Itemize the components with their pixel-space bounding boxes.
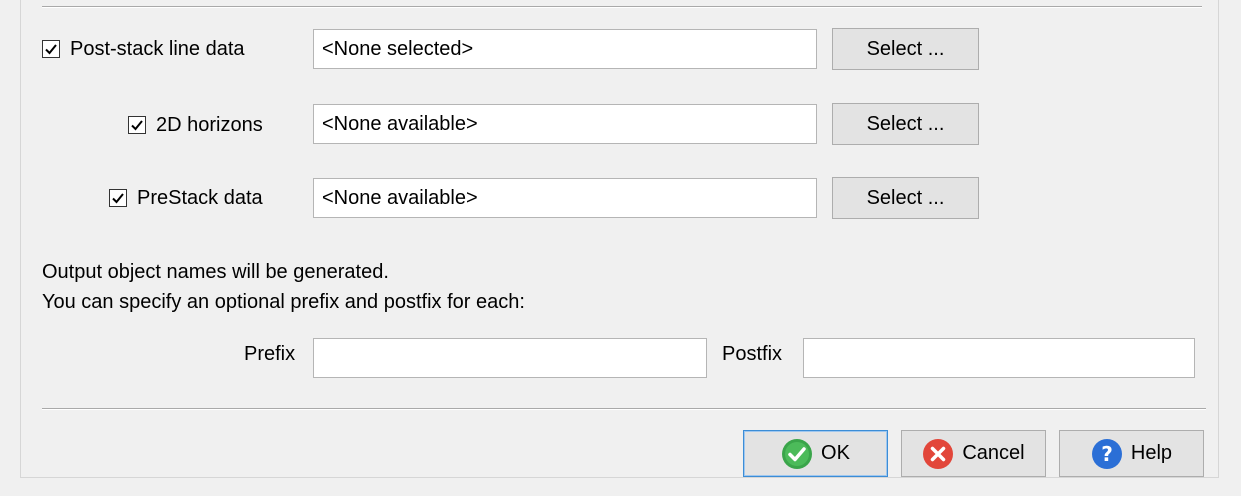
cancel-button[interactable]: Cancel: [901, 430, 1046, 477]
prestack-field[interactable]: <None available>: [313, 178, 817, 218]
info-line-2: You can specify an optional prefix and p…: [42, 291, 525, 313]
horizons-field[interactable]: <None available>: [313, 104, 817, 144]
checkmark-icon: [112, 193, 124, 204]
prefix-label: Prefix: [244, 343, 296, 365]
horizons-label: 2D horizons: [156, 113, 263, 136]
ok-check-icon: [782, 438, 813, 469]
bottom-separator: [42, 408, 1206, 410]
horizons-row: 2D horizons: [128, 104, 263, 146]
prestack-row: PreStack data: [109, 177, 263, 219]
help-question-icon: ?: [1091, 438, 1122, 469]
prefix-input[interactable]: [313, 338, 707, 378]
export-dialog: Post-stack line data <None selected> Sel…: [20, 0, 1219, 478]
checkmark-icon: [45, 44, 57, 55]
prestack-select-button[interactable]: Select ...: [832, 177, 979, 219]
prestack-label: PreStack data: [137, 186, 263, 209]
post-stack-checkbox[interactable]: [42, 40, 60, 58]
horizons-checkbox[interactable]: [128, 116, 146, 134]
post-stack-select-button[interactable]: Select ...: [832, 28, 979, 70]
help-button[interactable]: ? Help: [1059, 430, 1204, 477]
prestack-checkbox[interactable]: [109, 189, 127, 207]
ok-button[interactable]: OK: [743, 430, 888, 477]
post-stack-field[interactable]: <None selected>: [313, 29, 817, 69]
postfix-label: Postfix: [722, 343, 783, 365]
help-label: Help: [1130, 442, 1173, 464]
post-stack-label: Post-stack line data: [70, 37, 245, 60]
ok-label: OK: [821, 442, 850, 464]
cancel-x-icon: [923, 438, 954, 469]
postfix-input[interactable]: [803, 338, 1195, 378]
top-separator: [42, 6, 1202, 8]
info-line-1: Output object names will be generated.: [42, 261, 389, 283]
horizons-select-button[interactable]: Select ...: [832, 103, 979, 145]
cancel-label: Cancel: [962, 442, 1025, 464]
svg-text:?: ?: [1101, 442, 1113, 466]
checkmark-icon: [131, 120, 143, 131]
post-stack-row: Post-stack line data: [42, 28, 245, 70]
